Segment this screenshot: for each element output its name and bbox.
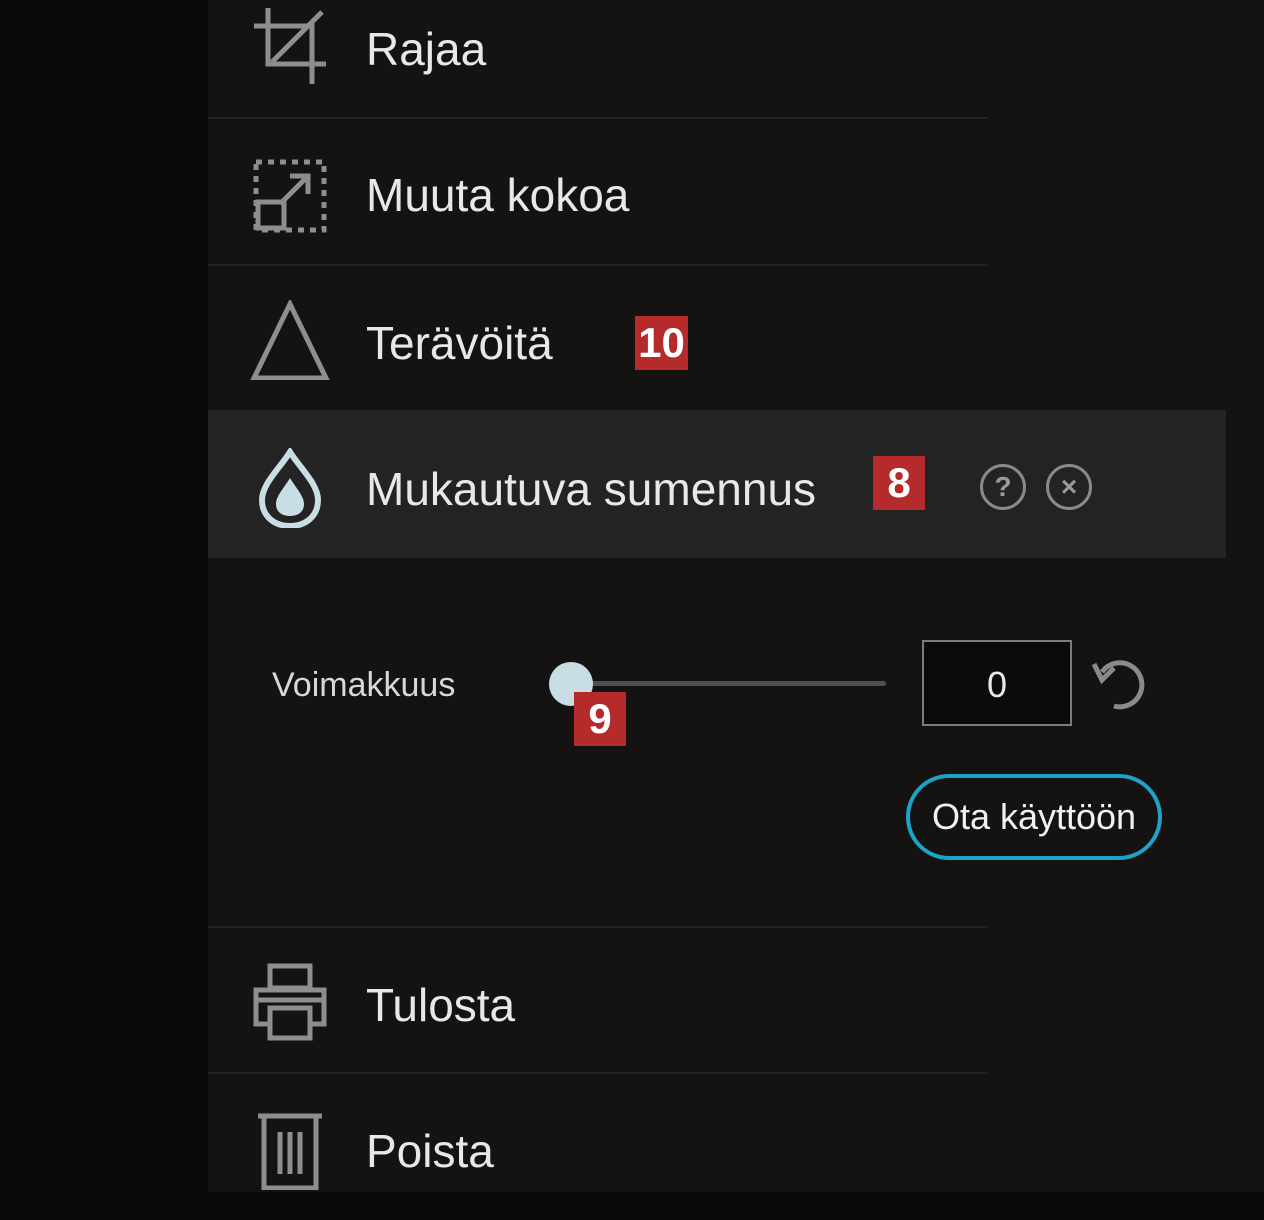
divider [208, 117, 988, 119]
crop-label: Rajaa [366, 23, 487, 75]
callout-badge-9: 9 [574, 692, 626, 746]
strength-label: Voimakkuus [272, 666, 456, 704]
blur-label: Mukautuva sumennus [366, 463, 817, 515]
menu-item-resize[interactable]: Muuta kokoa [208, 120, 988, 266]
help-icon[interactable]: ? [980, 464, 1026, 510]
delete-label: Poista [366, 1125, 494, 1177]
callout-badge-8: 8 [873, 456, 925, 510]
menu-item-print[interactable]: Tulosta [208, 928, 988, 1074]
menu-item-crop[interactable]: Rajaa [208, 0, 988, 120]
sharpen-label: Terävöitä [366, 317, 553, 369]
close-icon[interactable]: × [1046, 464, 1092, 510]
strength-slider-track[interactable] [572, 681, 886, 686]
menu-item-delete[interactable]: Poista [208, 1074, 988, 1220]
apply-button[interactable]: Ota käyttöön [906, 774, 1162, 860]
callout-badge-10: 10 [635, 316, 688, 370]
printer-icon [253, 963, 327, 1041]
left-pane [0, 0, 208, 1192]
crop-icon [254, 8, 326, 84]
triangle-icon [250, 300, 330, 380]
print-label: Tulosta [366, 979, 516, 1031]
resize-label: Muuta kokoa [366, 169, 630, 221]
menu-item-sharpen[interactable]: Terävöitä [208, 266, 988, 412]
droplet-icon [258, 448, 322, 528]
strength-value-field[interactable]: 0 [922, 640, 1072, 726]
resize-icon [253, 159, 327, 233]
reset-icon[interactable] [1090, 656, 1148, 714]
trash-icon [258, 1113, 322, 1190]
